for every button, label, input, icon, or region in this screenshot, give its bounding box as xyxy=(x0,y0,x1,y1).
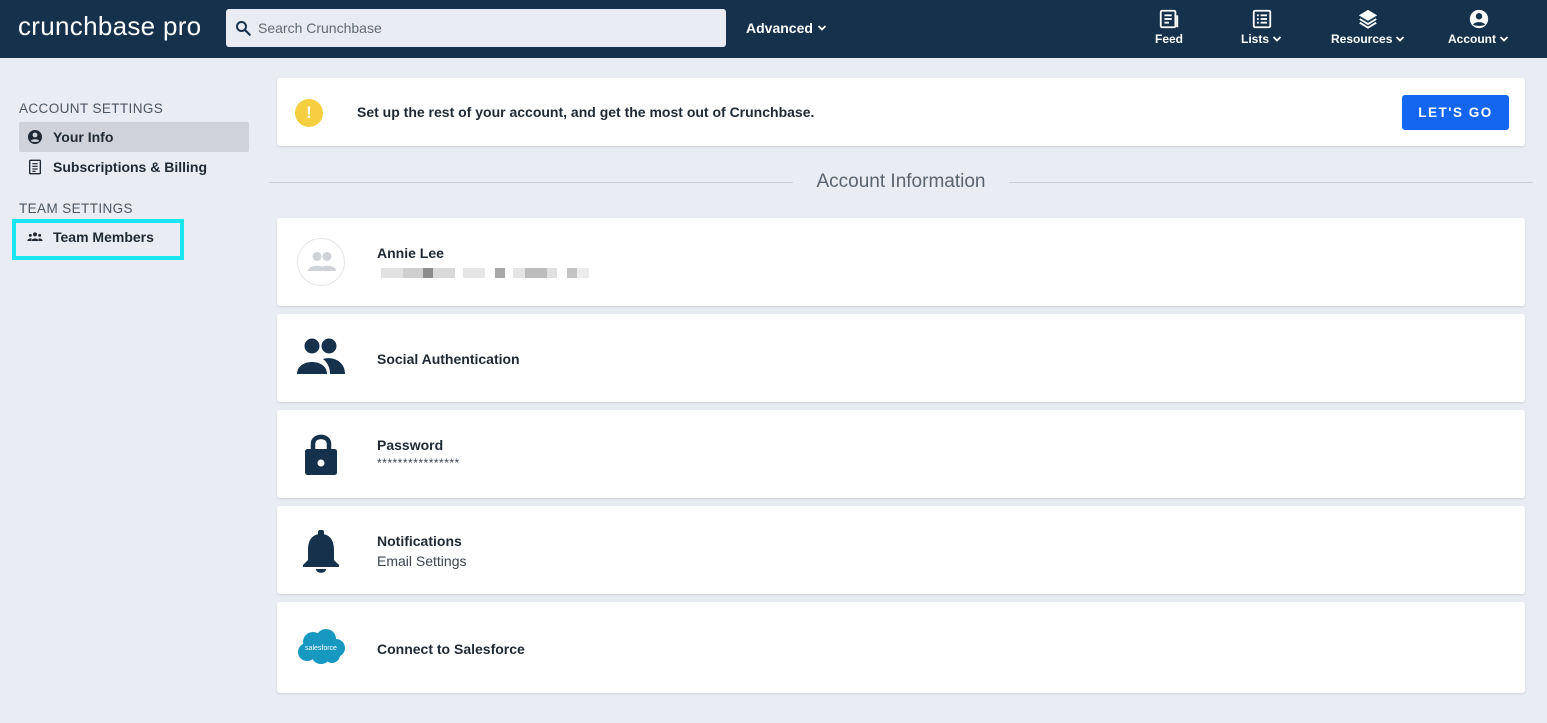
nav-account[interactable]: Account xyxy=(1448,8,1509,46)
receipt-icon xyxy=(29,159,41,175)
crunchbase-logo[interactable]: crunchbase pro xyxy=(18,11,201,42)
search-icon xyxy=(236,21,251,36)
card-notifications[interactable]: Notifications Email Settings xyxy=(277,506,1525,594)
chevron-down-icon xyxy=(1499,36,1509,42)
warning-icon: ! xyxy=(295,99,323,127)
nav-lists-label-wrap: Lists xyxy=(1241,32,1282,46)
section-divider-right xyxy=(1009,182,1533,183)
chevron-down-icon xyxy=(1396,36,1405,42)
card-title: Notifications xyxy=(377,533,462,549)
sidebar-item-your-info[interactable]: Your Info xyxy=(19,122,249,152)
advanced-search-dropdown[interactable]: Advanced xyxy=(746,20,827,36)
lists-icon xyxy=(1252,9,1271,29)
nav-resources-label-wrap: Resources xyxy=(1331,32,1405,46)
top-navigation-bar: crunchbase pro Advanced Feed Lists xyxy=(0,0,1547,58)
nav-resources[interactable]: Resources xyxy=(1331,8,1405,46)
card-title: Connect to Salesforce xyxy=(377,641,525,657)
redacted-pixel xyxy=(513,268,525,278)
sidebar-item-subscriptions-billing[interactable]: Subscriptions & Billing xyxy=(19,152,249,182)
password-mask: **************** xyxy=(377,456,460,470)
account-circle-icon xyxy=(1469,9,1488,29)
team-settings-heading: TEAM SETTINGS xyxy=(19,201,133,216)
salesforce-logo: salesforce xyxy=(298,629,345,664)
svg-text:salesforce: salesforce xyxy=(305,645,337,652)
card-social-authentication[interactable]: Social Authentication xyxy=(277,314,1525,402)
nav-lists-label: Lists xyxy=(1241,32,1270,46)
redacted-pixel xyxy=(547,268,557,278)
section-title: Account Information xyxy=(816,171,986,192)
redacted-pixel xyxy=(525,268,547,278)
card-title: Annie Lee xyxy=(377,245,444,261)
feed-icon xyxy=(1159,9,1179,29)
bell-icon xyxy=(303,530,339,573)
card-title: Password xyxy=(377,437,444,453)
redacted-pixel xyxy=(463,268,485,278)
redacted-pixel xyxy=(381,268,403,278)
highlight-box xyxy=(12,219,184,260)
sidebar-item-label: Subscriptions & Billing xyxy=(53,159,208,175)
account-circle-icon xyxy=(28,130,42,144)
avatar-placeholder-icon xyxy=(308,252,336,271)
lets-go-button[interactable]: LET'S GO xyxy=(1402,95,1509,130)
sidebar-item-label: Your Info xyxy=(53,129,114,145)
redacted-pixel xyxy=(577,268,589,278)
lock-icon xyxy=(305,434,337,475)
nav-account-label-wrap: Account xyxy=(1448,32,1509,46)
redacted-pixel xyxy=(495,268,505,278)
redacted-pixel xyxy=(423,268,433,278)
nav-resources-label: Resources xyxy=(1331,32,1393,46)
card-subtitle: Email Settings xyxy=(377,553,467,569)
card-title: Social Authentication xyxy=(377,351,520,367)
account-settings-heading: ACCOUNT SETTINGS xyxy=(19,101,164,116)
card-connect-salesforce[interactable]: salesforce Connect to Salesforce xyxy=(277,602,1525,693)
redacted-pixel xyxy=(403,268,423,278)
nav-feed-label: Feed xyxy=(1155,32,1184,46)
setup-banner: ! Set up the rest of your account, and g… xyxy=(277,78,1525,146)
card-password[interactable]: Password **************** xyxy=(277,410,1525,498)
nav-lists[interactable]: Lists xyxy=(1241,8,1282,46)
chevron-down-icon xyxy=(1272,36,1282,42)
section-divider-left xyxy=(269,182,793,183)
search-box[interactable] xyxy=(226,9,726,47)
nav-account-label: Account xyxy=(1448,32,1496,46)
redacted-pixel xyxy=(567,268,577,278)
card-your-info[interactable]: Annie Lee xyxy=(277,218,1525,306)
nav-feed[interactable]: Feed xyxy=(1155,8,1183,46)
banner-text: Set up the rest of your account, and get… xyxy=(357,104,815,120)
redacted-pixel xyxy=(433,268,455,278)
layers-icon xyxy=(1359,9,1378,29)
avatar xyxy=(297,238,345,286)
chevron-down-icon xyxy=(817,25,827,31)
advanced-label: Advanced xyxy=(746,20,813,36)
people-icon xyxy=(297,338,345,374)
search-input[interactable] xyxy=(258,9,718,47)
